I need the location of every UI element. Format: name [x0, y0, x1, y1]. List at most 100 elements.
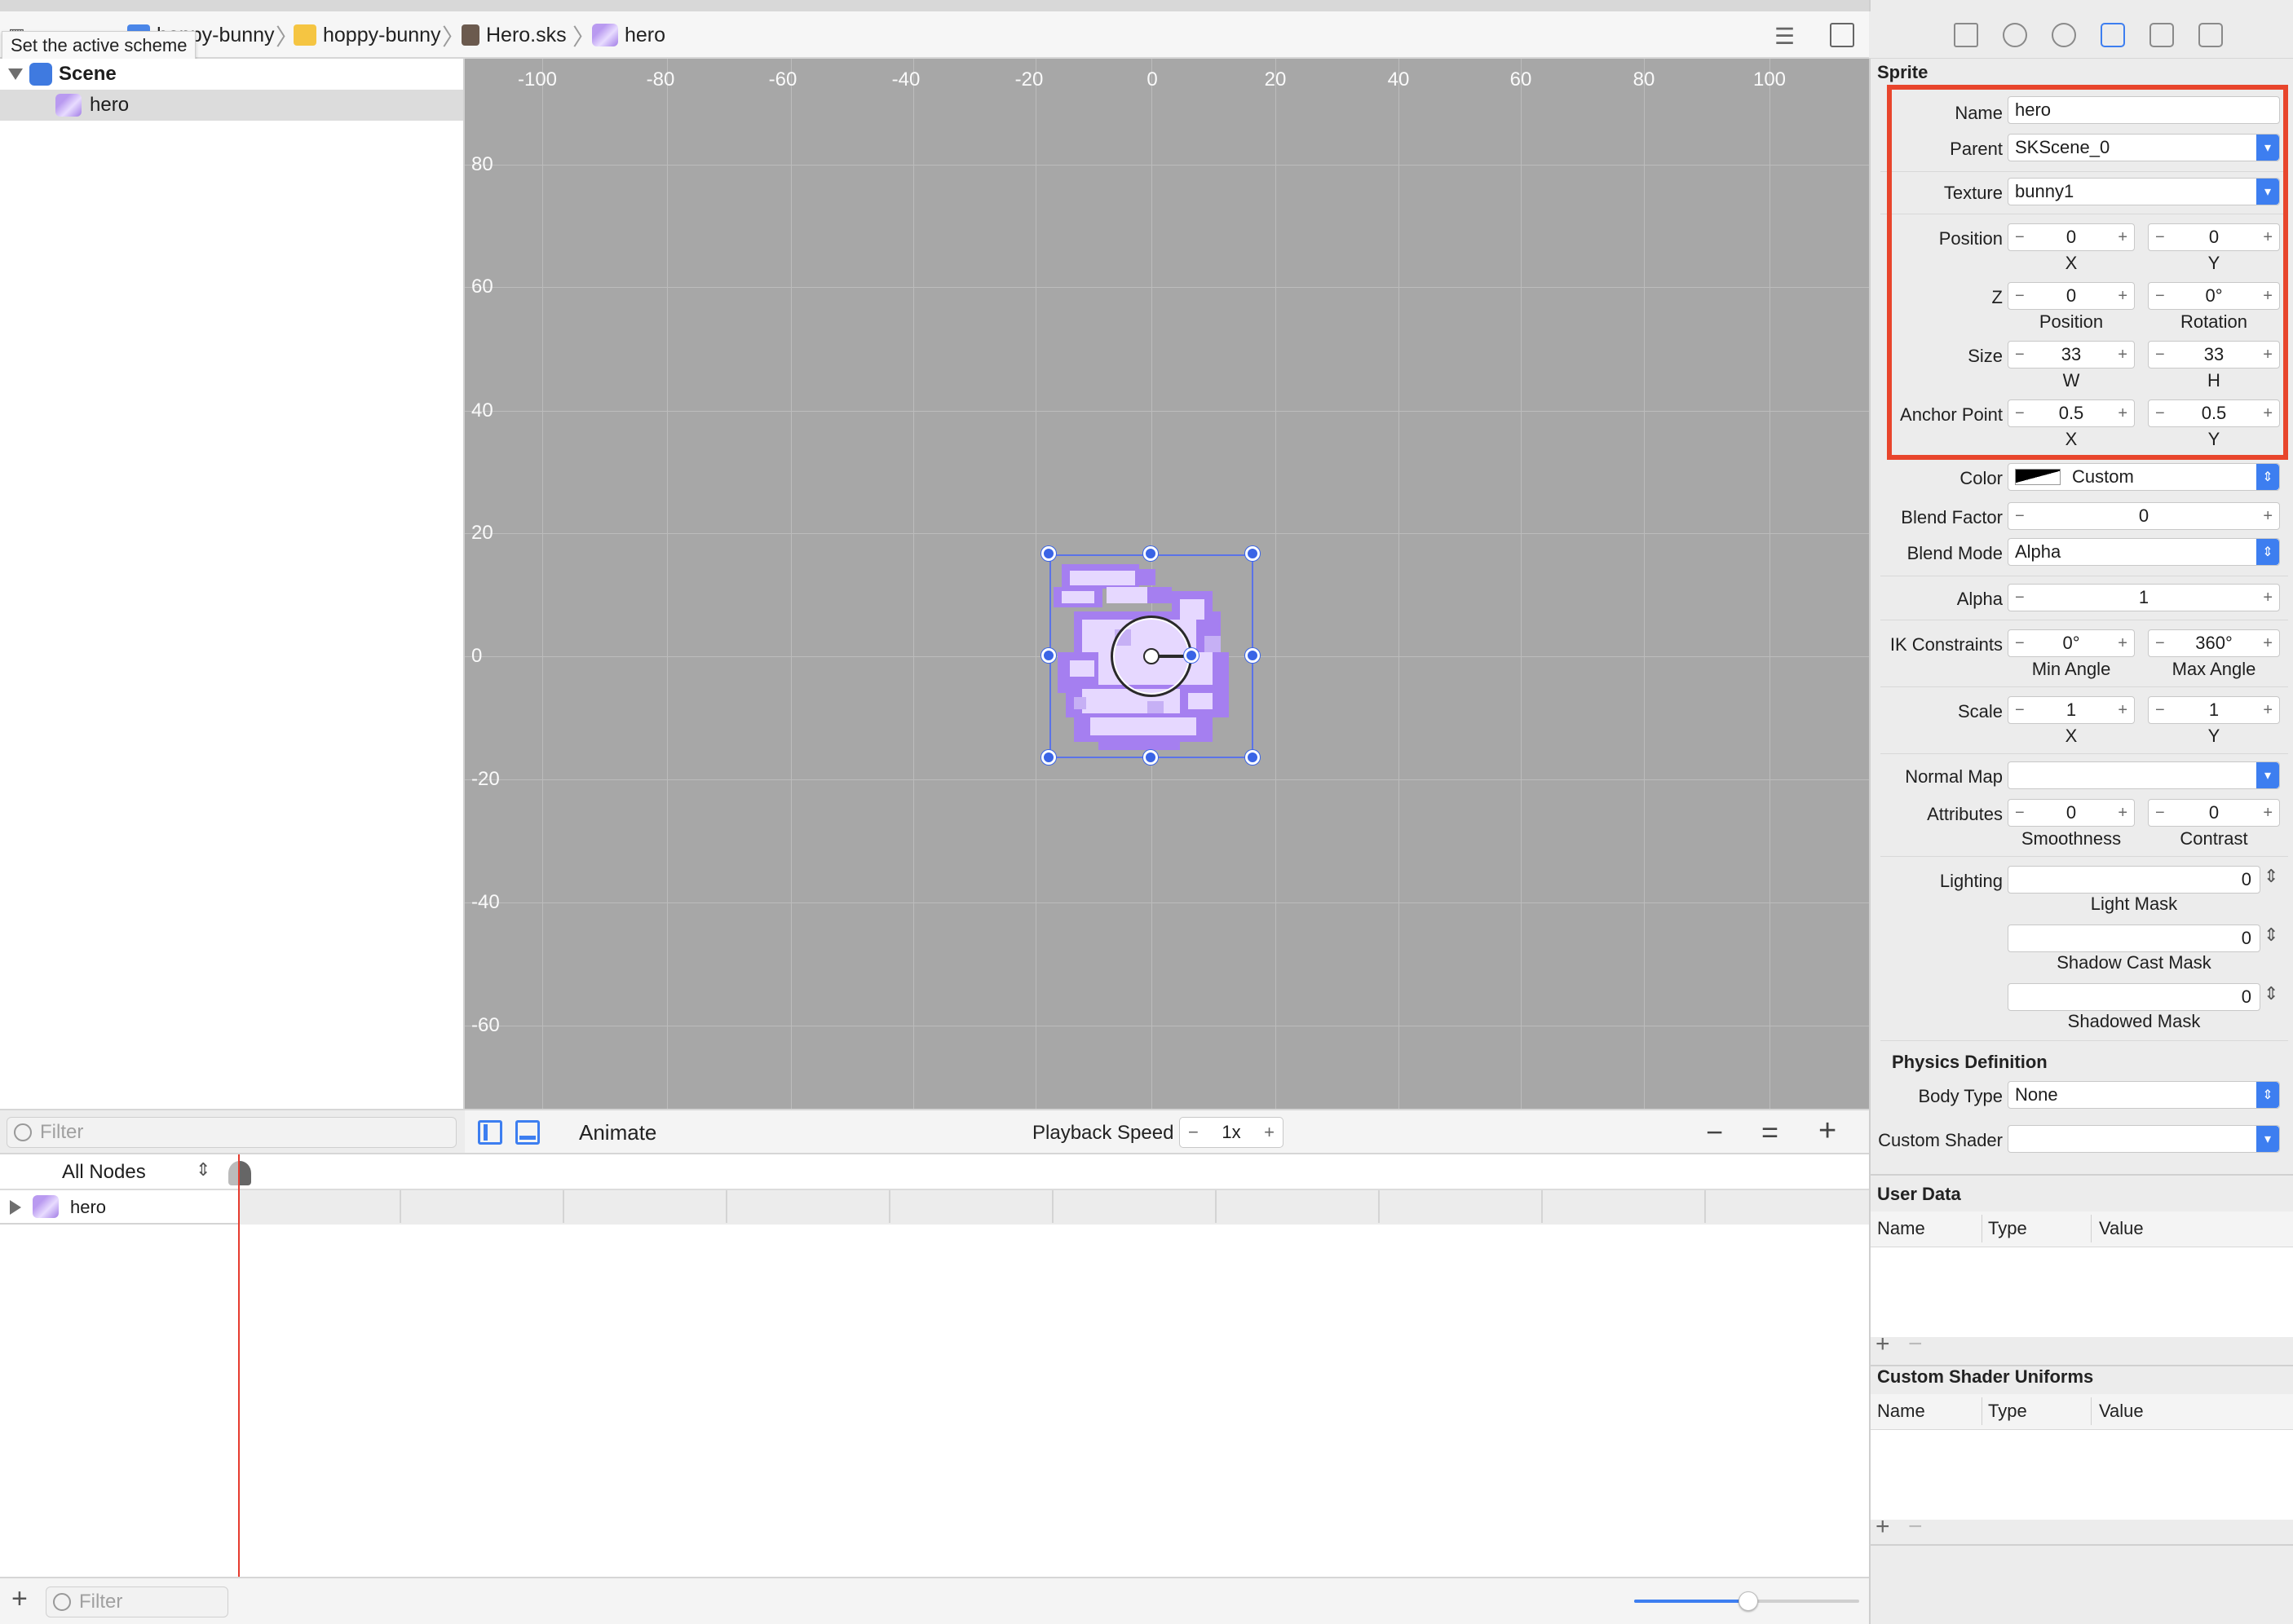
playhead-knob[interactable]: [228, 1161, 251, 1185]
color-popup[interactable]: Custom ⇕: [2008, 463, 2280, 491]
grid-line: [1521, 59, 1522, 1109]
node-filter-select[interactable]: All Nodes: [62, 1161, 146, 1184]
decrement-icon[interactable]: −: [2015, 507, 2025, 526]
updown-chevron-icon[interactable]: ⇕: [2264, 925, 2278, 946]
resize-handle-top-left[interactable]: [1041, 546, 1056, 561]
timeline-row-label: hero: [70, 1197, 107, 1217]
ik-min-stepper[interactable]: − 0° +: [2008, 629, 2135, 657]
resize-handle-bottom[interactable]: [1143, 750, 1158, 765]
column-value[interactable]: Value: [2099, 1218, 2144, 1239]
increment-icon[interactable]: +: [2118, 634, 2127, 653]
timeline-bottom-bar: + Filter: [0, 1577, 1869, 1624]
column-value[interactable]: Value: [2099, 1401, 2144, 1422]
decrement-icon[interactable]: −: [2015, 634, 2025, 653]
disclosure-triangle-icon[interactable]: [8, 68, 23, 80]
divider: [1869, 1174, 2293, 1176]
zoom-in-button[interactable]: +: [1818, 1114, 1836, 1149]
tree-row-hero[interactable]: hero: [0, 90, 463, 121]
body-type-popup[interactable]: None ⇕: [2008, 1081, 2280, 1109]
hero-sprite[interactable]: [1041, 546, 1260, 765]
scale-y-stepper[interactable]: − 1 +: [2148, 696, 2280, 724]
add-editor-icon[interactable]: [1830, 23, 1854, 47]
add-icon[interactable]: +: [1875, 1331, 1890, 1358]
toggle-outline-icon[interactable]: [478, 1120, 502, 1145]
increment-icon[interactable]: +: [2118, 804, 2127, 823]
editor-options-icon[interactable]: ☰: [1774, 23, 1795, 50]
increment-icon[interactable]: +: [2118, 701, 2127, 720]
breadcrumb-folder[interactable]: hoppy-bunny: [294, 21, 441, 49]
blend-factor-stepper[interactable]: − 0 +: [2008, 502, 2280, 530]
anchor-point-handle[interactable]: [1143, 648, 1160, 664]
normal-map-popup[interactable]: ▾: [2008, 761, 2280, 789]
increment-icon[interactable]: +: [2263, 634, 2273, 653]
blend-mode-popup[interactable]: Alpha ⇕: [2008, 538, 2280, 566]
increment-icon[interactable]: +: [1264, 1122, 1275, 1143]
resize-handle-bottom-right[interactable]: [1245, 750, 1260, 765]
custom-class-inspector-icon[interactable]: [2198, 23, 2223, 47]
column-divider: [2091, 1397, 2092, 1425]
decrement-icon[interactable]: −: [2155, 804, 2165, 823]
timeline-track[interactable]: [238, 1190, 1869, 1225]
increment-icon[interactable]: +: [2263, 589, 2273, 607]
animate-button[interactable]: Animate: [579, 1120, 656, 1145]
file-inspector-icon[interactable]: [1954, 23, 1978, 47]
contrast-stepper[interactable]: − 0 +: [2148, 799, 2280, 827]
custom-shader-popup[interactable]: ▾: [2008, 1125, 2280, 1153]
decrement-icon[interactable]: −: [2155, 701, 2165, 720]
alpha-stepper[interactable]: − 1 +: [2008, 584, 2280, 611]
updown-chevron-icon[interactable]: ⇕: [2264, 983, 2278, 1004]
toggle-timeline-icon[interactable]: [515, 1120, 540, 1145]
updown-chevron-icon[interactable]: ⇕: [196, 1159, 210, 1180]
playhead-line[interactable]: [238, 1154, 240, 1577]
tree-row-scene[interactable]: Scene: [0, 59, 463, 90]
rotation-knob[interactable]: [1184, 648, 1199, 663]
resize-handle-left[interactable]: [1041, 648, 1056, 663]
add-icon[interactable]: +: [1875, 1513, 1890, 1541]
decrement-icon[interactable]: −: [2015, 804, 2025, 823]
playback-speed-stepper[interactable]: − 1x +: [1179, 1117, 1283, 1148]
timeline-row-hero[interactable]: hero: [0, 1190, 1869, 1225]
timeline-filter-field[interactable]: Filter: [46, 1586, 228, 1617]
increment-icon[interactable]: +: [2263, 804, 2273, 823]
shader-uniforms-table[interactable]: [1871, 1430, 2293, 1520]
light-mask-field[interactable]: 0: [2008, 866, 2260, 894]
resize-handle-top-right[interactable]: [1245, 546, 1260, 561]
action-editor-toolbar: Animate Playback Speed − 1x + − = +: [465, 1109, 1869, 1154]
user-data-table[interactable]: [1871, 1247, 2293, 1337]
shadow-cast-mask-field[interactable]: 0: [2008, 925, 2260, 952]
zoom-out-button[interactable]: −: [1706, 1115, 1723, 1150]
remove-icon[interactable]: −: [1908, 1513, 1923, 1541]
shadowed-mask-field[interactable]: 0: [2008, 983, 2260, 1011]
column-type[interactable]: Type: [1988, 1218, 2027, 1239]
decrement-icon[interactable]: −: [2015, 701, 2025, 720]
increment-icon[interactable]: +: [2263, 507, 2273, 526]
resize-handle-right[interactable]: [1245, 648, 1260, 663]
breadcrumb-file-label: Hero.sks: [486, 23, 567, 46]
smoothness-stepper[interactable]: − 0 +: [2008, 799, 2135, 827]
resize-handle-bottom-left[interactable]: [1041, 750, 1056, 765]
library-inspector-icon[interactable]: [2149, 23, 2174, 47]
add-icon[interactable]: +: [11, 1583, 28, 1615]
ik-max-stepper[interactable]: − 360° +: [2148, 629, 2280, 657]
increment-icon[interactable]: +: [2263, 701, 2273, 720]
updown-chevron-icon[interactable]: ⇕: [2264, 866, 2278, 887]
remove-icon[interactable]: −: [1908, 1331, 1923, 1358]
zoom-reset-button[interactable]: =: [1761, 1115, 1778, 1150]
column-type[interactable]: Type: [1988, 1401, 2027, 1422]
outline-filter-field[interactable]: Filter: [7, 1117, 457, 1148]
slider-knob[interactable]: [1739, 1591, 1758, 1611]
decrement-icon[interactable]: −: [1188, 1122, 1199, 1143]
decrement-icon[interactable]: −: [2015, 589, 2025, 607]
attributes-inspector-icon[interactable]: [2101, 23, 2125, 47]
decrement-icon[interactable]: −: [2155, 634, 2165, 653]
breadcrumb-node[interactable]: hero: [592, 21, 665, 49]
timeline-zoom-slider[interactable]: [1634, 1591, 1859, 1611]
column-name[interactable]: Name: [1877, 1401, 1925, 1422]
scale-x-stepper[interactable]: − 1 +: [2008, 696, 2135, 724]
help-inspector-icon[interactable]: [2052, 23, 2076, 47]
expand-triangle-icon[interactable]: [10, 1200, 21, 1215]
column-name[interactable]: Name: [1877, 1218, 1925, 1239]
breadcrumb-file[interactable]: Hero.sks: [462, 21, 567, 49]
resize-handle-top[interactable]: [1143, 546, 1158, 561]
history-inspector-icon[interactable]: [2003, 23, 2027, 47]
